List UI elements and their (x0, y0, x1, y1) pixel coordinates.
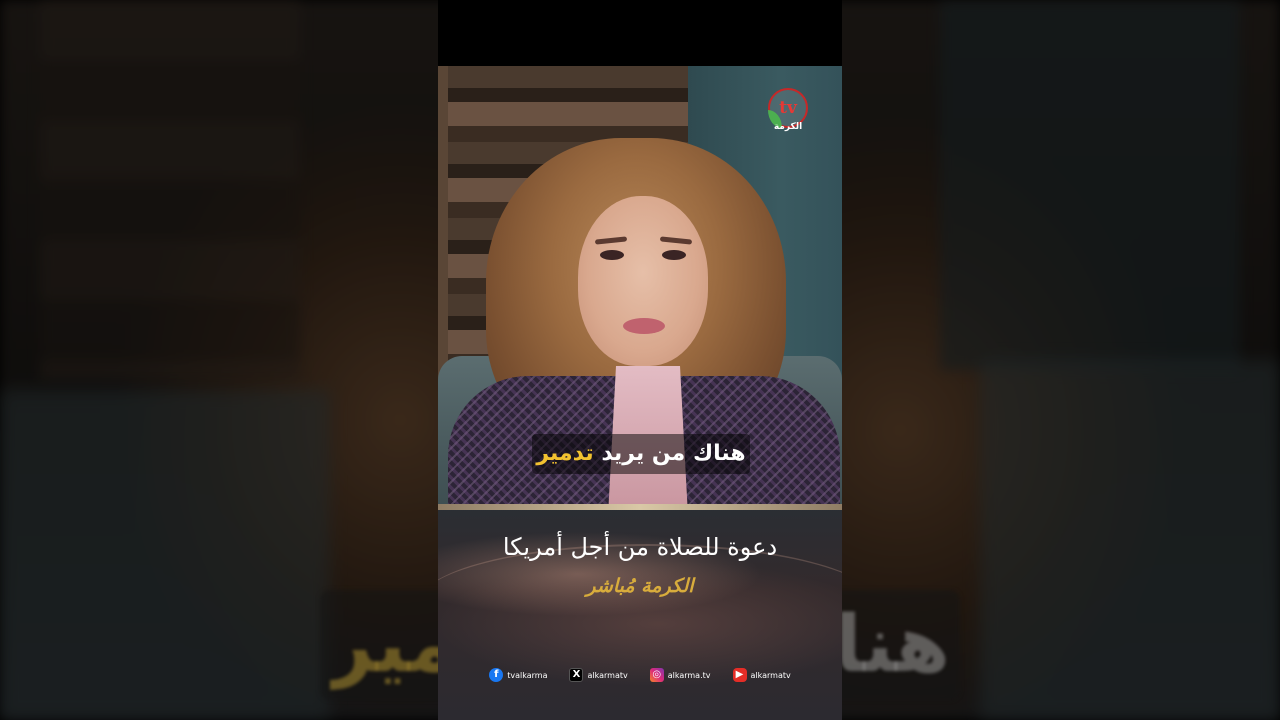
social-facebook[interactable]: f tvalkarma (489, 668, 547, 682)
social-x[interactable]: X alkarmatv (569, 668, 628, 682)
x-icon: X (569, 668, 584, 682)
headline: دعوة للصلاة من أجل أمريكا (502, 533, 778, 561)
program-name: الكرمة مُباشر (586, 575, 694, 597)
social-youtube[interactable]: ▶ alkarmatv (732, 668, 791, 682)
video-top-letterbox (438, 0, 842, 66)
facebook-icon: f (489, 668, 504, 682)
video-player[interactable]: tv الكرمة هناك من يريد تدمير دعوة للصلاة… (438, 66, 842, 720)
channel-name: الكرمة (773, 122, 803, 132)
social-bar: f tvalkarma X alkarmatv ◎ alkarma.tv ▶ a… (438, 664, 842, 686)
banner-wave-decoration (438, 544, 842, 664)
presenter-lips (623, 318, 665, 334)
presenter-eye-left (600, 250, 624, 260)
banner-divider (438, 504, 842, 510)
subtitle-prefix: هناك من يريد (601, 441, 746, 466)
presenter-eye-right (662, 250, 686, 260)
social-instagram[interactable]: ◎ alkarma.tv (649, 668, 711, 682)
social-label: tvalkarma (507, 670, 548, 680)
youtube-icon: ▶ (732, 668, 747, 682)
logo-tv-text: tv (779, 97, 797, 118)
social-label: alkarmatv (587, 670, 628, 680)
social-label: alkarmatv (750, 670, 791, 680)
presenter-face (578, 196, 708, 366)
social-label: alkarma.tv (667, 670, 711, 680)
subtitle-highlight: تدمير (536, 441, 594, 466)
instagram-icon: ◎ (649, 668, 664, 682)
subtitle-caption: هناك من يريد تدمير (532, 434, 750, 474)
